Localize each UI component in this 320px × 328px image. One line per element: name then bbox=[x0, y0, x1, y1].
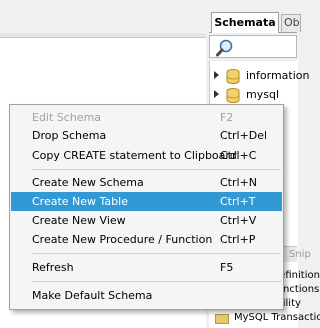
menu-item-label: Create New Procedure / Function bbox=[32, 233, 213, 246]
menu-item-make-default-schema[interactable]: Make Default Schema bbox=[11, 286, 282, 305]
menu-separator bbox=[31, 281, 281, 282]
folder-icon bbox=[215, 314, 229, 324]
menu-item-label: Create New Schema bbox=[32, 176, 144, 189]
menu-item-label: Refresh bbox=[32, 261, 74, 274]
tree-item-label: information bbox=[246, 69, 310, 82]
menu-item-shortcut: F5 bbox=[220, 261, 234, 274]
menu-item-refresh[interactable]: Refresh F5 bbox=[11, 258, 282, 277]
menu-item-shortcut: Ctrl+N bbox=[220, 176, 258, 189]
menu-item-shortcut: Ctrl+P bbox=[220, 233, 256, 246]
tab-schemata[interactable]: Schemata bbox=[211, 12, 279, 33]
database-icon bbox=[226, 88, 240, 103]
tree-item-mysql[interactable]: mysql bbox=[210, 86, 298, 104]
menu-item-shortcut: F2 bbox=[220, 111, 234, 124]
menu-separator bbox=[31, 253, 281, 254]
menu-item-label: Make Default Schema bbox=[32, 289, 153, 302]
folder-label: MySQL Transactions bbox=[234, 312, 320, 323]
menu-item-shortcut: Ctrl+C bbox=[220, 149, 257, 162]
schema-context-menu: Edit Schema F2 Drop Schema Ctrl+Del Copy… bbox=[9, 104, 284, 310]
tab-objects[interactable]: Ob bbox=[281, 14, 301, 32]
menu-item-create-new-table[interactable]: Create New Table Ctrl+T bbox=[11, 192, 282, 211]
menu-separator bbox=[31, 169, 281, 170]
tab-snippets[interactable]: Snip bbox=[289, 249, 311, 260]
menu-item-shortcut: Ctrl+T bbox=[220, 195, 256, 208]
search-icon bbox=[216, 39, 233, 57]
menu-item-shortcut: Ctrl+Del bbox=[220, 129, 268, 142]
menu-item-label: Copy CREATE statement to Clipboard bbox=[32, 149, 237, 162]
menu-item-label: Create New View bbox=[32, 214, 126, 227]
menu-item-edit-schema[interactable]: Edit Schema F2 bbox=[11, 108, 282, 127]
menu-item-create-new-view[interactable]: Create New View Ctrl+V bbox=[11, 211, 282, 230]
menu-item-shortcut: Ctrl+V bbox=[220, 214, 257, 227]
menu-item-create-new-schema[interactable]: Create New Schema Ctrl+N bbox=[11, 173, 282, 192]
expand-arrow-icon[interactable] bbox=[214, 90, 219, 98]
schema-search-input[interactable] bbox=[209, 35, 297, 58]
list-item[interactable]: MySQL Transactions bbox=[209, 312, 320, 326]
expand-arrow-icon[interactable] bbox=[214, 71, 219, 79]
database-icon bbox=[226, 69, 240, 84]
tree-item-information-schema[interactable]: information bbox=[210, 67, 310, 85]
tree-item-label: mysql bbox=[246, 88, 279, 101]
menu-item-label: Drop Schema bbox=[32, 129, 107, 142]
menu-item-drop-schema[interactable]: Drop Schema Ctrl+Del bbox=[11, 126, 282, 145]
menu-item-copy-create-statement[interactable]: Copy CREATE statement to Clipboard Ctrl+… bbox=[11, 146, 282, 165]
menu-item-label: Create New Table bbox=[32, 195, 128, 208]
menu-item-label: Edit Schema bbox=[32, 111, 102, 124]
schemata-tab-strip: Schemata Ob bbox=[209, 10, 301, 33]
menu-item-create-new-procedure[interactable]: Create New Procedure / Function Ctrl+P bbox=[11, 230, 282, 249]
